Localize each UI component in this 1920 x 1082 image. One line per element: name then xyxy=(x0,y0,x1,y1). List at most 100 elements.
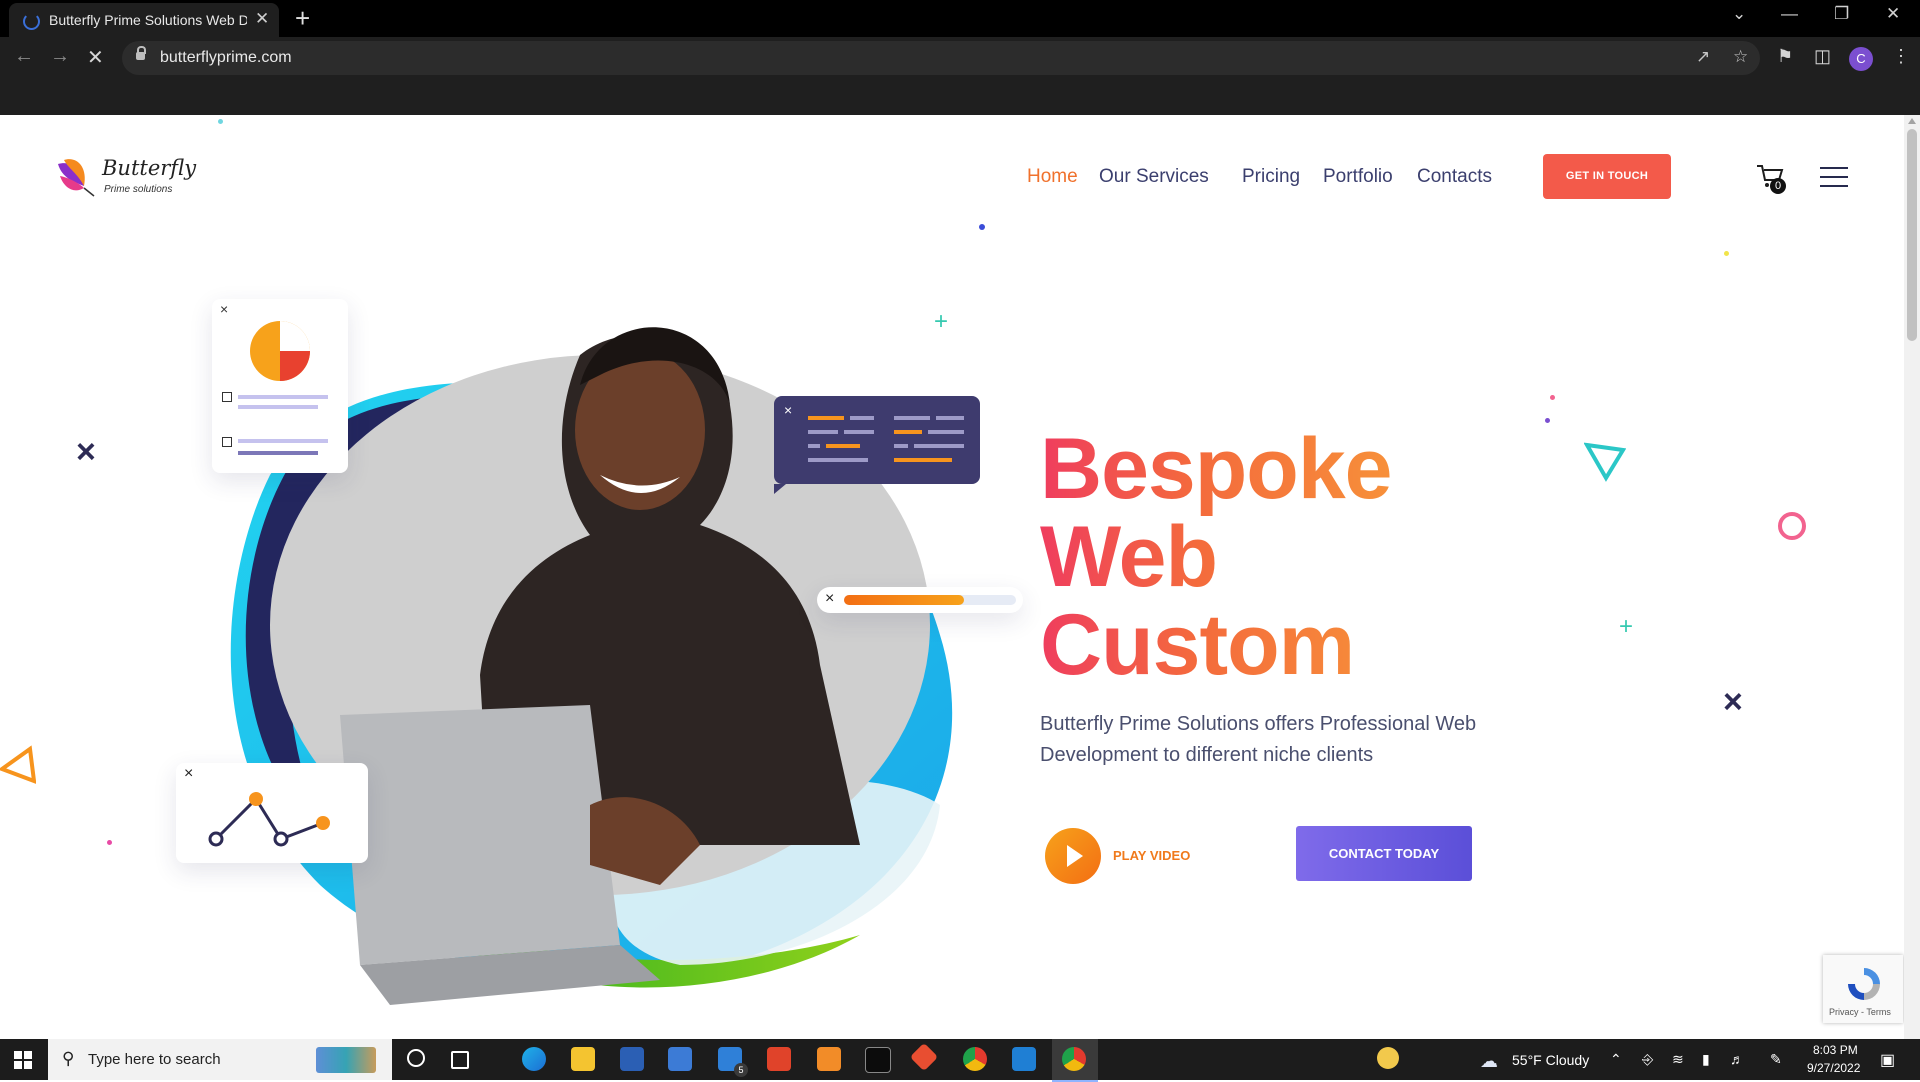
nav-home[interactable]: Home xyxy=(1027,166,1078,188)
share-icon[interactable]: ↗ xyxy=(1696,47,1710,67)
play-video-label[interactable]: PLAY VIDEO xyxy=(1113,848,1190,863)
clock-time[interactable]: 8:03 PM xyxy=(1813,1043,1858,1057)
browser-menu-icon[interactable]: ⋮ xyxy=(1892,46,1910,67)
hamburger-menu-icon[interactable] xyxy=(1820,167,1848,187)
scrollbar-thumb[interactable] xyxy=(1907,129,1917,341)
pie-chart-card: × xyxy=(212,299,348,473)
plus-shape-icon: + xyxy=(934,308,949,335)
windows-taskbar: ⚲ Type here to search 5 ☁ 55°F Cloudy ⌃ … xyxy=(0,1039,1920,1082)
bookmark-star-icon[interactable]: ☆ xyxy=(1733,47,1748,67)
sublime-text-icon[interactable] xyxy=(817,1047,841,1071)
dot-shape xyxy=(1724,251,1729,256)
cortana-icon[interactable] xyxy=(407,1049,425,1067)
dot-shape xyxy=(1545,418,1550,423)
nav-our-services[interactable]: Our Services xyxy=(1099,166,1209,188)
scroll-up-icon[interactable] xyxy=(1908,118,1916,124)
address-bar[interactable]: butterflyprime.com ↗ ☆ xyxy=(122,41,1760,75)
dot-shape xyxy=(1550,395,1555,400)
nav-portfolio[interactable]: Portfolio xyxy=(1323,166,1393,188)
meet-now-icon[interactable]: ⎆ xyxy=(1642,1051,1653,1068)
url-text[interactable]: butterflyprime.com xyxy=(160,49,292,67)
restore-button[interactable]: ❐ xyxy=(1834,4,1849,24)
hero-headline: Bespoke Web Custom xyxy=(1040,425,1392,689)
nav-contacts[interactable]: Contacts xyxy=(1417,166,1492,188)
browser-tab[interactable]: Butterfly Prime Solutions Web De ✕ xyxy=(9,3,279,37)
taskbar-search-box[interactable]: ⚲ Type here to search xyxy=(48,1039,392,1080)
search-icon: ⚲ xyxy=(62,1049,75,1068)
chrome-profile-icon[interactable] xyxy=(1062,1047,1086,1071)
nav-pricing[interactable]: Pricing xyxy=(1242,166,1300,188)
tab-close-icon[interactable]: ✕ xyxy=(255,9,269,29)
task-view-icon[interactable] xyxy=(451,1051,469,1069)
help-icon[interactable] xyxy=(1377,1047,1399,1069)
recaptcha-icon xyxy=(1848,968,1880,1000)
x-shape-icon: × xyxy=(1723,683,1743,721)
battery-icon[interactable]: ▮ xyxy=(1702,1051,1710,1068)
profile-avatar[interactable]: C xyxy=(1849,47,1873,71)
tab-search-icon[interactable]: ⌄ xyxy=(1732,4,1746,24)
back-arrow-icon[interactable]: ← xyxy=(14,45,34,68)
side-panel-icon[interactable]: ◫ xyxy=(1814,46,1831,67)
contact-today-button[interactable]: CONTACT TODAY xyxy=(1296,826,1472,881)
hero-subtitle: Butterfly Prime Solutions offers Profess… xyxy=(1040,713,1477,766)
logo-name: Butterfly xyxy=(102,156,197,180)
lock-icon[interactable] xyxy=(136,46,146,60)
file-explorer-icon[interactable] xyxy=(571,1047,595,1071)
clock-date[interactable]: 9/27/2022 xyxy=(1807,1061,1860,1075)
notifications-icon[interactable]: ▣ xyxy=(1880,1050,1895,1070)
plus-shape-icon: + xyxy=(1619,613,1634,640)
stop-loading-icon[interactable]: ✕ xyxy=(87,45,104,70)
close-icon: × xyxy=(220,301,229,317)
browser-tab-bar: Butterfly Prime Solutions Web De ✕ + ⌄ —… xyxy=(0,0,1920,37)
recaptcha-privacy-terms[interactable]: Privacy - Terms xyxy=(1829,1007,1891,1017)
mail-badge: 5 xyxy=(734,1063,748,1077)
play-video-button[interactable] xyxy=(1045,828,1101,884)
terminal-icon[interactable] xyxy=(865,1047,891,1073)
microsoft-store-icon[interactable] xyxy=(668,1047,692,1071)
weather-text[interactable]: 55°F Cloudy xyxy=(1512,1052,1589,1068)
headline-line-1: Bespoke xyxy=(1040,421,1392,517)
x-shape-icon: × xyxy=(76,433,96,471)
network-icon[interactable]: ≋ xyxy=(1672,1051,1684,1068)
site-logo[interactable]: Butterfly Prime solutions xyxy=(54,152,197,206)
pie-chart-icon xyxy=(250,321,310,381)
search-placeholder[interactable]: Type here to search xyxy=(88,1051,221,1068)
extensions-puzzle-icon[interactable]: ⚑ xyxy=(1777,46,1793,67)
line-chart-icon xyxy=(208,792,330,847)
edge-browser-icon[interactable] xyxy=(522,1047,546,1071)
cart-count-badge: 0 xyxy=(1770,178,1786,194)
line-chart-card: × xyxy=(176,763,368,863)
tab-title: Butterfly Prime Solutions Web De xyxy=(49,12,247,28)
page-scrollbar[interactable] xyxy=(1904,115,1920,1039)
headline-line-3: Custom xyxy=(1040,597,1355,693)
chrome-icon[interactable] xyxy=(963,1047,987,1071)
powershell-icon[interactable] xyxy=(620,1047,644,1071)
volume-icon[interactable]: ♬ xyxy=(1730,1051,1744,1067)
dot-shape xyxy=(218,119,223,124)
get-in-touch-button[interactable]: GET IN TOUCH xyxy=(1543,154,1671,199)
chevron-up-icon[interactable]: ⌃ xyxy=(1610,1051,1622,1068)
vscode-icon[interactable] xyxy=(1012,1047,1036,1071)
progress-bar-fill xyxy=(844,595,964,605)
loading-icon xyxy=(23,13,40,30)
headline-line-2: Web xyxy=(1040,509,1217,605)
close-window-button[interactable]: ✕ xyxy=(1886,4,1900,24)
logo-tagline: Prime solutions xyxy=(104,184,173,195)
triangle-shape-icon xyxy=(1584,442,1626,482)
search-highlight-image[interactable] xyxy=(316,1047,376,1073)
minimize-button[interactable]: — xyxy=(1781,4,1798,24)
pen-icon[interactable]: ✎ xyxy=(1770,1051,1782,1068)
windows-start-icon[interactable] xyxy=(14,1051,32,1069)
git-icon[interactable] xyxy=(909,1042,939,1072)
cloud-icon: ☁ xyxy=(1480,1051,1498,1071)
browser-toolbar: ← → ✕ butterflyprime.com ↗ ☆ xyxy=(0,37,1920,79)
dot-shape xyxy=(979,224,985,230)
triangle-shape-icon xyxy=(0,745,36,784)
butterfly-logo-icon xyxy=(58,159,95,197)
forward-arrow-icon[interactable]: → xyxy=(50,45,70,68)
office-icon[interactable] xyxy=(767,1047,791,1071)
circle-shape-icon xyxy=(1778,512,1806,540)
bookmark-bar xyxy=(0,79,1920,115)
recaptcha-badge[interactable]: Privacy - Terms xyxy=(1823,955,1903,1023)
new-tab-button[interactable]: + xyxy=(295,3,310,34)
